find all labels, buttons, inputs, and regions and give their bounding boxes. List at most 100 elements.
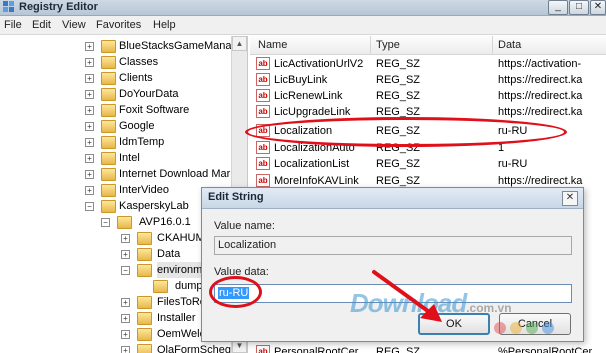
dialog-close-button[interactable]: ✕ xyxy=(562,191,578,206)
value-data: https://redirect.ka xyxy=(498,90,583,102)
value-data: https://redirect.ka xyxy=(498,106,583,118)
expand-icon[interactable]: + xyxy=(121,330,130,339)
expand-icon[interactable]: + xyxy=(85,122,94,131)
expand-icon[interactable]: + xyxy=(85,138,94,147)
tree-node-label: InterVideo xyxy=(119,184,169,196)
list-header: Name Type Data xyxy=(250,36,606,55)
menu-favorites[interactable]: Favorites xyxy=(96,19,141,31)
value-row[interactable]: ab LocalizationList REG_SZ ru-RU xyxy=(250,156,606,172)
tree-node-label: Intel xyxy=(119,152,140,164)
folder-icon xyxy=(101,56,116,69)
window-title: Registry Editor xyxy=(19,1,98,13)
string-value-icon: ab xyxy=(256,89,270,102)
tree-node-label: IdmTemp xyxy=(119,136,165,148)
value-name: LocalizationList xyxy=(274,158,350,170)
folder-icon xyxy=(101,136,116,149)
value-data: https://activation- xyxy=(498,58,582,70)
value-type: REG_SZ xyxy=(376,58,421,70)
column-type[interactable]: Type xyxy=(376,39,400,51)
tree-node-label: Foxit Software xyxy=(119,104,190,116)
tree-node-label: AVP16.0.1 xyxy=(139,216,191,228)
folder-open-icon xyxy=(117,216,132,229)
close-window-button[interactable]: ✕ xyxy=(590,0,606,15)
dialog-title: Edit String xyxy=(208,191,264,203)
value-type: REG_SZ xyxy=(376,158,421,170)
folder-icon xyxy=(101,40,116,53)
expand-icon[interactable]: + xyxy=(85,154,94,163)
tree-node-label: Clients xyxy=(119,72,153,84)
collapse-icon[interactable]: − xyxy=(121,266,130,275)
column-name[interactable]: Name xyxy=(258,39,287,51)
folder-icon xyxy=(101,184,116,197)
tree-node-label: CKAHUM xyxy=(157,232,205,244)
scroll-up-icon[interactable]: ▲ xyxy=(232,36,247,51)
folder-icon xyxy=(137,232,152,245)
string-value-icon: ab xyxy=(256,105,270,118)
annotation-arrow xyxy=(372,270,442,322)
folder-icon xyxy=(101,120,116,133)
folder-icon xyxy=(101,168,116,181)
menu-view[interactable]: View xyxy=(62,19,86,31)
value-name: PersonalRootCer xyxy=(274,346,359,353)
folder-icon xyxy=(101,152,116,165)
string-value-icon: ab xyxy=(256,157,270,170)
value-row[interactable]: ab LicRenewLink REG_SZ https://redirect.ka xyxy=(250,88,606,104)
expand-icon[interactable]: + xyxy=(121,314,130,323)
tree-node-label: DoYourData xyxy=(119,88,179,100)
folder-icon xyxy=(153,280,168,293)
tree-node-label: FilesToRe xyxy=(157,296,206,308)
expand-icon[interactable]: + xyxy=(85,58,94,67)
string-value-icon: ab xyxy=(256,174,270,187)
value-row[interactable]: ab LicActivationUrlV2 REG_SZ https://activa… xyxy=(250,56,606,72)
value-data: ru-RU xyxy=(498,158,528,170)
column-data[interactable]: Data xyxy=(498,39,521,51)
tree-node-label: Installer xyxy=(157,312,196,324)
dialog-title-bar: Edit String ✕ xyxy=(202,188,583,209)
folder-icon xyxy=(101,200,116,213)
collapse-icon[interactable]: − xyxy=(85,202,94,211)
tree-node-label: OlaFormScheg xyxy=(157,344,231,353)
tree-node-label: BlueStacksGameManag xyxy=(119,40,238,52)
minimize-button[interactable]: _ xyxy=(548,0,568,15)
collapse-icon[interactable]: − xyxy=(101,218,110,227)
expand-icon[interactable]: + xyxy=(85,90,94,99)
expand-icon[interactable]: + xyxy=(85,106,94,115)
tree-node-label: Data xyxy=(157,248,181,260)
expand-icon[interactable]: + xyxy=(121,346,130,353)
expand-icon[interactable]: + xyxy=(121,234,130,243)
maximize-button[interactable]: □ xyxy=(569,0,589,15)
value-row[interactable]: ab LicBuyLink REG_SZ https://redirect.ka xyxy=(250,72,606,88)
value-data: https://redirect.ka xyxy=(498,74,583,86)
highlight-oval-localization xyxy=(245,117,567,147)
value-type: REG_SZ xyxy=(376,346,421,353)
expand-icon[interactable]: + xyxy=(121,250,130,259)
tree-node-label: OemWelc xyxy=(157,328,206,340)
menu-file[interactable]: File xyxy=(4,19,22,31)
folder-icon xyxy=(101,88,116,101)
menu-bar: File Edit View Favorites Help xyxy=(0,16,606,35)
tree-node-label: dump xyxy=(175,280,203,292)
highlight-oval-value-data xyxy=(209,276,262,308)
folder-icon xyxy=(101,104,116,117)
expand-icon[interactable]: + xyxy=(85,42,94,51)
value-name-field: Localization xyxy=(214,236,572,255)
title-bar: Registry Editor _ □ ✕ xyxy=(0,0,606,16)
value-row[interactable]: ab PersonalRootCer REG_SZ %PersonalRootCer xyxy=(250,344,606,353)
value-name: LicRenewLink xyxy=(274,90,343,102)
tree-node-label: Classes xyxy=(119,56,159,68)
expand-icon[interactable]: + xyxy=(121,298,130,307)
folder-icon xyxy=(137,296,152,309)
expand-icon[interactable]: + xyxy=(85,170,94,179)
expand-icon[interactable]: + xyxy=(85,186,94,195)
column-divider[interactable] xyxy=(492,36,493,54)
menu-help[interactable]: Help xyxy=(153,19,176,31)
menu-edit[interactable]: Edit xyxy=(32,19,51,31)
value-type: REG_SZ xyxy=(376,74,421,86)
expand-icon[interactable]: + xyxy=(85,74,94,83)
value-data: %PersonalRootCer xyxy=(498,346,593,353)
tree-node-label: Internet Download Mar xyxy=(119,168,231,180)
registry-editor-icon xyxy=(3,1,14,12)
folder-icon xyxy=(137,248,152,261)
tree-node-label: Google xyxy=(119,120,155,132)
column-divider[interactable] xyxy=(370,36,371,54)
